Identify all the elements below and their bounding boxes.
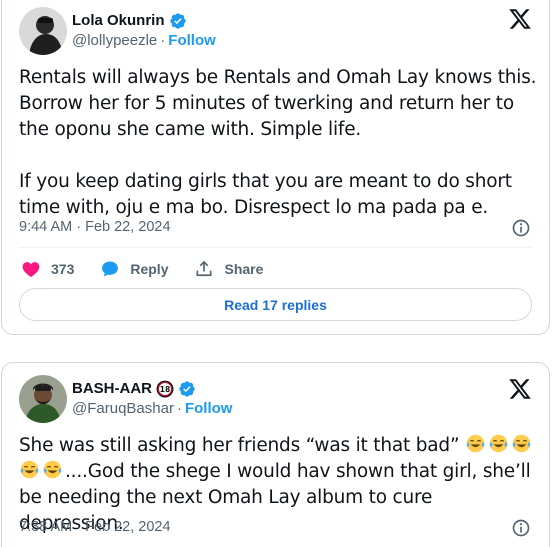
author-name[interactable]: Lola Okunrin (72, 11, 165, 31)
share-icon (196, 260, 212, 277)
verified-badge-icon (169, 13, 186, 29)
avatar[interactable] (19, 7, 67, 55)
tears-of-joy-emoji-icon (489, 434, 508, 453)
age-18-badge-icon: 18 (156, 380, 174, 398)
tweet-timestamp[interactable]: 7:38 AM · Feb 22, 2024 (19, 519, 171, 535)
info-icon[interactable] (511, 518, 531, 538)
follow-button[interactable]: Follow (185, 400, 233, 417)
x-logo-icon[interactable] (508, 7, 532, 31)
info-icon[interactable] (511, 218, 531, 238)
divider (19, 247, 532, 248)
tears-of-joy-emoji-icon (43, 460, 62, 479)
tweet-card: BASH-AAR 18 @FaruqBashar · Follow She was … (1, 362, 550, 547)
like-button[interactable]: 373 (21, 259, 74, 279)
tears-of-joy-emoji-icon (512, 434, 531, 453)
follow-button[interactable]: Follow (168, 32, 216, 49)
verified-badge-icon (179, 381, 195, 397)
reply-label: Reply (130, 261, 169, 277)
share-button[interactable]: Share (194, 259, 263, 279)
action-bar: 373 Reply Share (21, 259, 289, 279)
author-handle[interactable]: @FaruqBashar (72, 400, 174, 417)
read-replies-button[interactable]: Read 17 replies (19, 288, 532, 321)
tweet-text: Rentals will always be Rentals and Omah … (19, 67, 537, 218)
tweet-text-part: She was still asking her friends “was it… (19, 435, 466, 456)
share-label: Share (224, 261, 264, 277)
like-count: 373 (51, 261, 75, 277)
author-handle[interactable]: @lollypeezle (72, 32, 157, 49)
tweet-card: Lola Okunrin @lollypeezle · Follow Rentals… (1, 0, 550, 335)
svg-text:18: 18 (160, 385, 170, 394)
separator-dot: · (176, 400, 182, 417)
tweet-header: Lola Okunrin @lollypeezle · Follow (19, 7, 216, 55)
heart-icon (22, 262, 40, 277)
avatar[interactable] (19, 375, 67, 423)
reply-bubble-icon (102, 261, 119, 277)
tweet-header: BASH-AAR 18 @FaruqBashar · Follow (19, 375, 232, 423)
tears-of-joy-emoji-icon (20, 460, 39, 479)
separator-dot: · (160, 32, 166, 49)
tweet-timestamp[interactable]: 9:44 AM · Feb 22, 2024 (19, 219, 171, 235)
tears-of-joy-emoji-icon (466, 434, 485, 453)
reply-button[interactable]: Reply (100, 259, 168, 279)
author-name[interactable]: BASH-AAR (72, 379, 152, 399)
x-logo-icon[interactable] (508, 377, 532, 401)
